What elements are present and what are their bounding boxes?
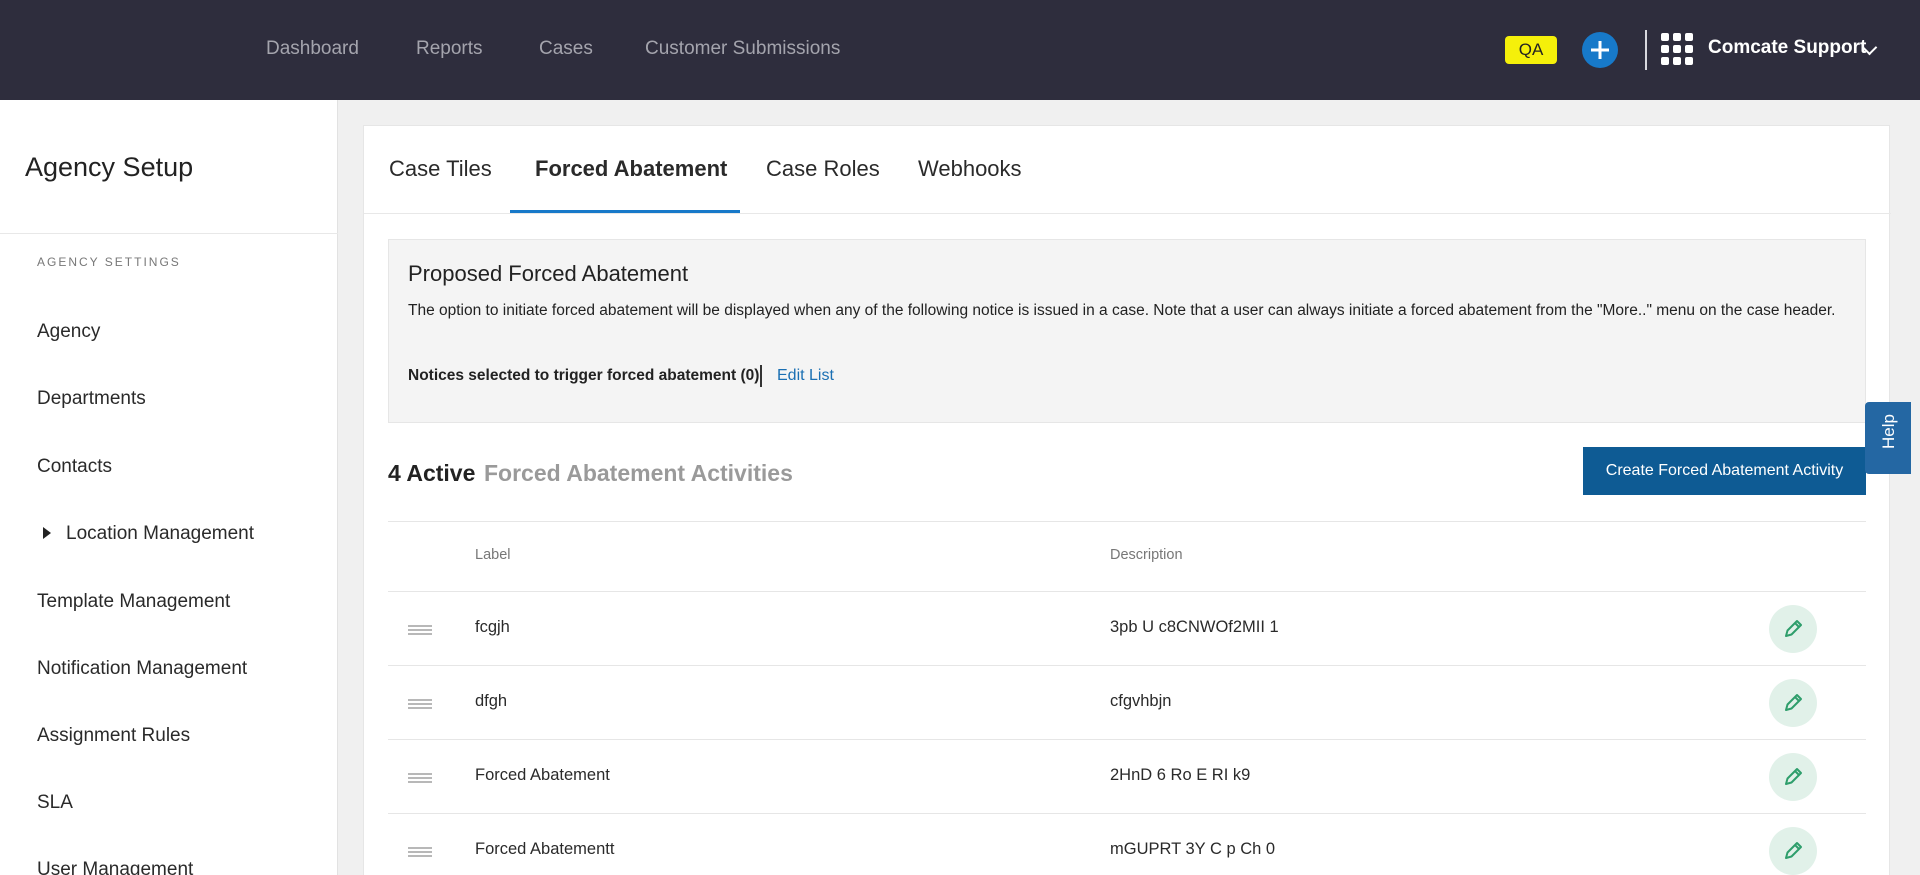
sidebar-item-departments[interactable]: Departments [37,388,146,410]
sidebar-item-assignment-rules[interactable]: Assignment Rules [37,725,190,747]
edit-pencil-icon[interactable] [1769,679,1817,727]
environment-badge: QA [1505,36,1557,64]
drag-handle-icon[interactable] [408,699,432,709]
tab-case-roles[interactable]: Case Roles [766,156,880,182]
table-row: Forced Abatement 2HnD 6 Ro E RI k9 [388,740,1866,814]
nav-cases[interactable]: Cases [539,38,593,60]
row-label: Forced Abatement [475,766,610,784]
top-navigation-bar: Dashboard Reports Cases Customer Submiss… [0,0,1920,100]
sidebar-divider [0,233,338,234]
drag-handle-icon[interactable] [408,625,432,635]
edit-pencil-icon[interactable] [1769,753,1817,801]
account-menu[interactable]: Comcate Support [1708,37,1866,59]
row-label: fcgjh [475,618,510,636]
panel-description: The option to initiate forced abatement … [408,302,1836,319]
nav-customer-submissions[interactable]: Customer Submissions [645,38,840,60]
help-button[interactable]: Help [1865,402,1911,474]
active-count: 4 Active [388,460,476,486]
sidebar-title: Agency Setup [25,152,194,182]
expand-triangle-icon[interactable] [43,527,51,539]
table-row: fcgjh 3pb U c8CNWOf2MII 1 [388,592,1866,666]
tab-forced-abatement[interactable]: Forced Abatement [535,156,727,182]
app-grid-icon[interactable] [1661,33,1693,65]
table-divider [388,521,1866,522]
section-label: AGENCY SETTINGS [37,255,181,269]
sidebar-item-contacts[interactable]: Contacts [37,456,112,478]
activities-heading: Forced Abatement Activities [484,460,793,486]
row-description: mGUPRT 3Y C p Ch 0 [1110,840,1276,858]
help-label: Help [1879,414,1898,449]
notices-divider [760,365,762,387]
row-label: Forced Abatementt [475,840,615,858]
sidebar-item-template-management[interactable]: Template Management [37,591,230,613]
drag-handle-icon[interactable] [408,847,432,857]
edit-list-link[interactable]: Edit List [777,367,834,385]
row-label: dfgh [475,692,508,710]
page-scrollbar[interactable] [1907,100,1920,875]
table-row: dfgh cfgvhbjn [388,666,1866,740]
nav-divider [1645,30,1647,70]
column-header-description: Description [1110,547,1183,563]
notices-count: Notices selected to trigger forced abate… [408,367,760,384]
edit-pencil-icon[interactable] [1769,605,1817,653]
tab-webhooks[interactable]: Webhooks [918,156,1022,182]
column-header-label: Label [475,547,511,563]
add-icon[interactable] [1582,32,1618,68]
row-description: cfgvhbjn [1110,692,1172,710]
tab-case-tiles[interactable]: Case Tiles [389,156,492,182]
tabs-bar: Case Tiles Forced Abatement Case Roles W… [364,126,1891,214]
main-card: Case Tiles Forced Abatement Case Roles W… [363,125,1891,875]
table-row: Forced Abatementt mGUPRT 3Y C p Ch 0 [388,814,1866,875]
active-tab-indicator [510,210,740,213]
row-description: 3pb U c8CNWOf2MII 1 [1110,618,1279,636]
sidebar-item-sla[interactable]: SLA [37,792,73,814]
sidebar-item-notification-management[interactable]: Notification Management [37,658,247,680]
nav-reports[interactable]: Reports [416,38,483,60]
edit-pencil-icon[interactable] [1769,827,1817,875]
panel-title: Proposed Forced Abatement [408,261,689,286]
proposed-forced-abatement-panel: Proposed Forced Abatement The option to … [388,239,1866,423]
sidebar-item-location-management[interactable]: Location Management [66,523,254,545]
drag-handle-icon[interactable] [408,773,432,783]
row-description: 2HnD 6 Ro E RI k9 [1110,766,1251,784]
create-forced-abatement-activity-button[interactable]: Create Forced Abatement Activity [1583,447,1866,495]
sidebar-item-user-management[interactable]: User Management [37,859,193,875]
sidebar-item-agency[interactable]: Agency [37,321,100,343]
nav-dashboard[interactable]: Dashboard [266,38,359,60]
sidebar: Agency Setup AGENCY SETTINGS Agency Depa… [0,100,338,875]
